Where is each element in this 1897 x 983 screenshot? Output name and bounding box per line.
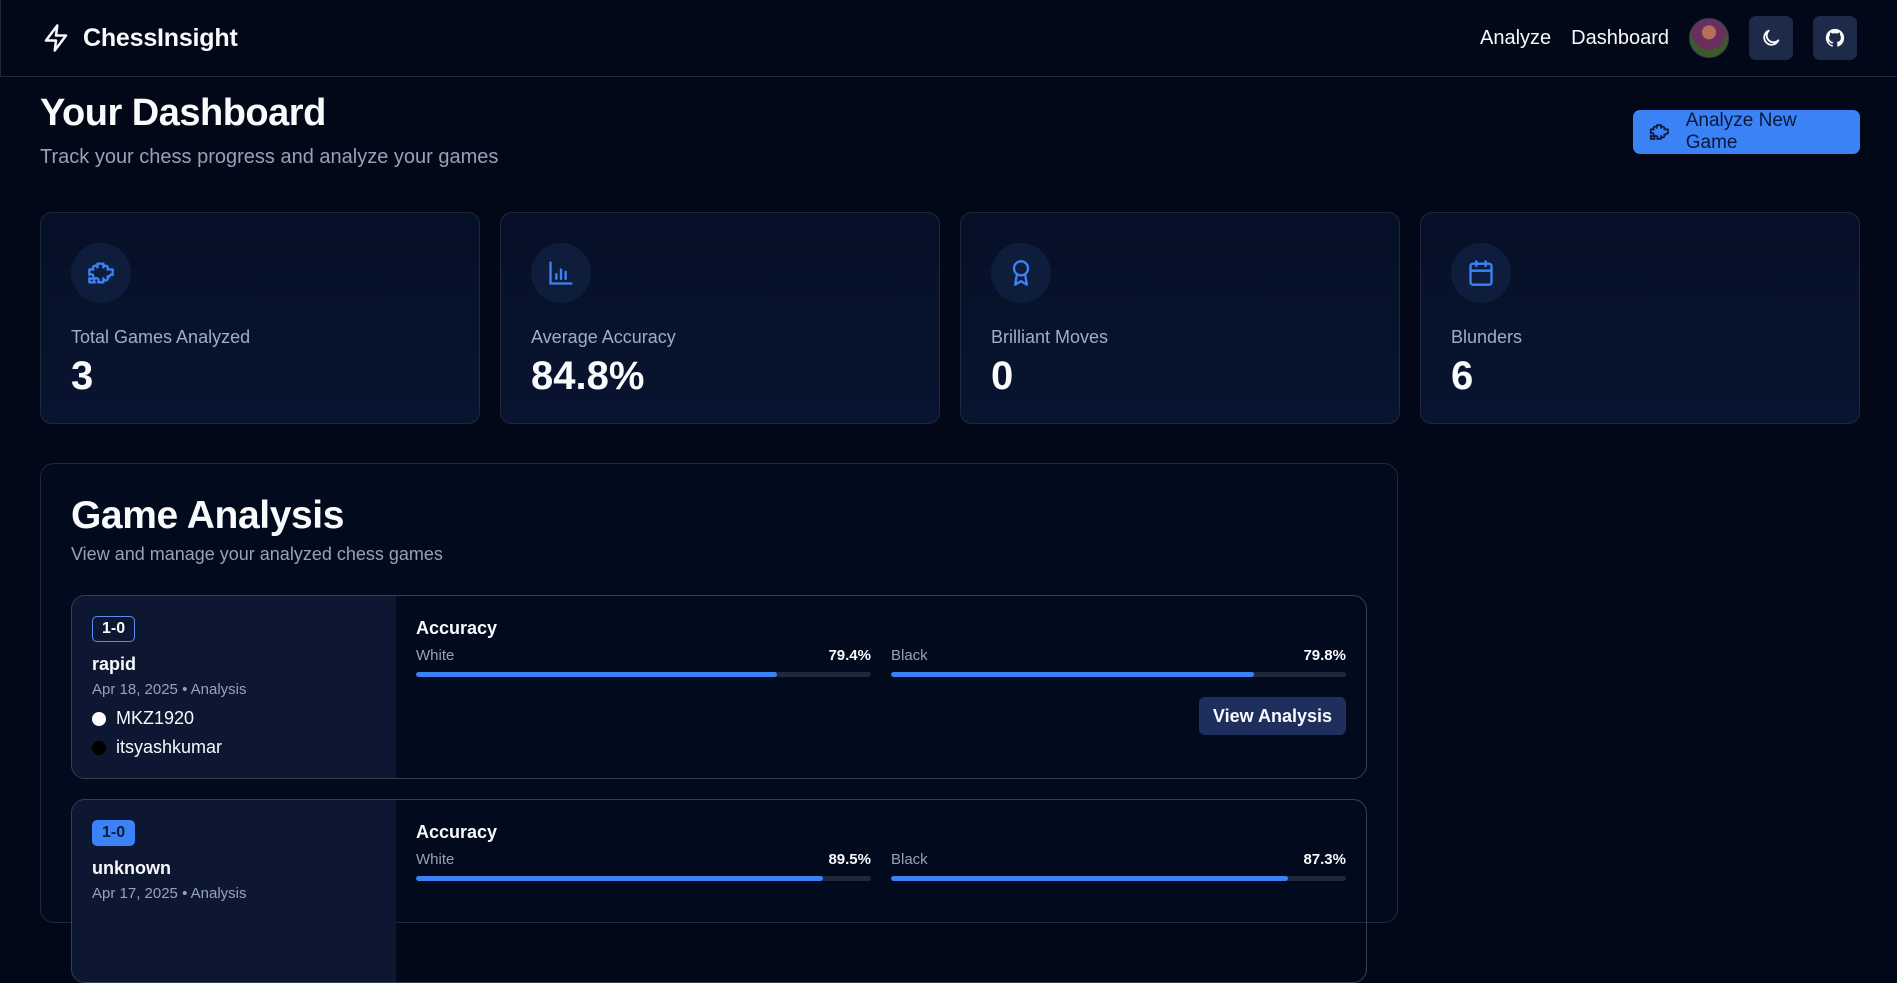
nav-analyze-link[interactable]: Analyze — [1480, 27, 1551, 50]
white-accuracy-bar — [416, 876, 871, 881]
puzzle-icon — [1649, 124, 1669, 140]
game-date: Apr 18, 2025 • Analysis — [92, 681, 247, 698]
brand-name: ChessInsight — [83, 23, 238, 52]
moon-icon — [1763, 29, 1780, 46]
black-accuracy-fill — [891, 672, 1255, 677]
panel-title: Game Analysis — [71, 494, 344, 537]
accuracy-title: Accuracy — [416, 618, 498, 638]
stat-label: Blunders — [1451, 327, 1523, 347]
game-info: 1-0 unknown Apr 17, 2025 • Analysis — [72, 800, 396, 982]
white-player: MKZ1920 — [92, 708, 376, 729]
accuracy-head: Black 79.8% — [891, 647, 1346, 664]
stat-label: Total Games Analyzed — [71, 327, 251, 347]
stat-label: Brilliant Moves — [991, 327, 1109, 347]
accuracy-row: White 89.5% Black 87.3% — [416, 851, 1346, 881]
accuracy-head: White 79.4% — [416, 647, 871, 664]
avatar[interactable] — [1689, 18, 1729, 58]
accuracy-head: Black 87.3% — [891, 851, 1346, 868]
accuracy-head: White 89.5% — [416, 851, 871, 868]
bolt-icon — [44, 24, 68, 52]
top-navbar: ChessInsight Analyze Dashboard — [0, 0, 1897, 77]
stat-card-total-games: Total Games Analyzed 3 — [40, 212, 480, 424]
game-accuracy: Accuracy White 79.4% Black 79.8% View An… — [396, 596, 1366, 778]
award-icon — [1012, 260, 1030, 286]
page-title: Your Dashboard — [40, 92, 326, 134]
accuracy-row: White 79.4% Black 79.8% — [416, 647, 1346, 677]
stat-label: Average Accuracy — [531, 327, 676, 347]
black-accuracy: Black 79.8% — [891, 647, 1346, 677]
white-accuracy-value: 79.4% — [828, 647, 871, 664]
black-accuracy-bar — [891, 672, 1346, 677]
black-accuracy-value: 79.8% — [1303, 647, 1346, 664]
stat-card-brilliant-moves: Brilliant Moves 0 — [960, 212, 1400, 424]
black-accuracy-bar — [891, 876, 1346, 881]
black-accuracy: Black 87.3% — [891, 851, 1346, 881]
white-accuracy: White 89.5% — [416, 851, 871, 881]
page-subtitle: Track your chess progress and analyze yo… — [40, 146, 499, 168]
analyze-new-game-label: Analyze New Game — [1685, 110, 1797, 153]
nav: Analyze Dashboard — [1480, 16, 1857, 60]
stat-value: 0 — [991, 354, 1014, 398]
stat-value: 84.8% — [531, 354, 645, 398]
calendar-icon — [1469, 260, 1493, 286]
black-label: Black — [891, 647, 928, 664]
game-date: Apr 17, 2025 • Analysis — [92, 885, 247, 902]
nav-dashboard-link[interactable]: Dashboard — [1571, 27, 1669, 50]
white-piece-icon — [92, 711, 106, 726]
game-card: 1-0 rapid Apr 18, 2025 • Analysis MKZ192… — [71, 595, 1367, 779]
game-card: 1-0 unknown Apr 17, 2025 • Analysis Accu… — [71, 799, 1367, 983]
game-analysis-panel: Game Analysis View and manage your analy… — [40, 463, 1398, 983]
black-player-name: itsyashkumar — [116, 737, 223, 757]
stat-value: 6 — [1451, 354, 1474, 398]
white-accuracy-value: 89.5% — [828, 851, 871, 868]
black-accuracy-fill — [891, 876, 1289, 881]
github-button[interactable] — [1813, 16, 1857, 60]
accuracy-title: Accuracy — [416, 822, 498, 842]
white-label: White — [416, 851, 455, 868]
stat-icon-wrap — [1451, 243, 1511, 303]
result-badge: 1-0 — [92, 820, 136, 846]
stat-value: 3 — [71, 354, 94, 398]
stat-card-average-accuracy: Average Accuracy 84.8% — [500, 212, 940, 424]
github-icon — [1825, 28, 1845, 47]
stat-icon-wrap — [991, 243, 1051, 303]
stat-card-blunders: Blunders 6 — [1420, 212, 1860, 424]
theme-toggle-button[interactable] — [1749, 16, 1793, 60]
result-badge: 1-0 — [92, 616, 136, 642]
white-accuracy: White 79.4% — [416, 647, 871, 677]
stat-icon-wrap — [531, 243, 591, 303]
stat-icon-wrap — [71, 243, 131, 303]
white-player-name: MKZ1920 — [116, 708, 195, 728]
game-info: 1-0 rapid Apr 18, 2025 • Analysis MKZ192… — [72, 596, 396, 778]
puzzle-icon — [88, 262, 114, 284]
bar-chart-icon — [549, 261, 573, 285]
black-player: itsyashkumar — [92, 737, 376, 758]
white-accuracy-fill — [416, 672, 778, 677]
game-accuracy: Accuracy White 89.5% Black 87.3% — [396, 800, 1366, 982]
game-type: unknown — [92, 858, 171, 878]
black-label: Black — [891, 851, 928, 868]
white-label: White — [416, 647, 455, 664]
panel-subtitle: View and manage your analyzed chess game… — [71, 544, 443, 564]
game-type: rapid — [92, 654, 137, 674]
black-piece-icon — [92, 740, 106, 755]
white-accuracy-fill — [416, 876, 824, 881]
analyze-new-game-button[interactable]: Analyze New Game — [1633, 110, 1860, 154]
stats-row: Total Games Analyzed 3 Average Accuracy … — [40, 212, 1860, 424]
brand[interactable]: ChessInsight — [41, 23, 238, 53]
black-accuracy-value: 87.3% — [1303, 851, 1346, 868]
white-accuracy-bar — [416, 672, 871, 677]
view-analysis-button[interactable]: View Analysis — [1198, 697, 1346, 735]
